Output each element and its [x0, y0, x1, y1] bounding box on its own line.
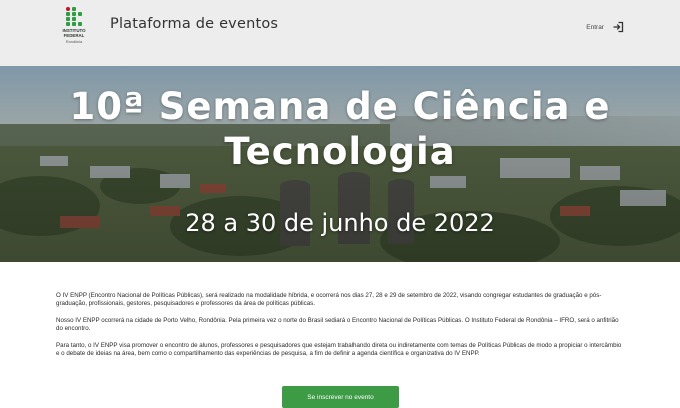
hero-banner: 10ª Semana de Ciência e Tecnologia 28 a …: [0, 66, 680, 262]
site-title: Plataforma de eventos: [110, 16, 279, 32]
register-button[interactable]: Se inscrever no evento: [282, 386, 399, 408]
description-paragraph: Para tanto, o IV ENPP visa promover o en…: [56, 341, 622, 358]
description-paragraph: O IV ENPP (Encontro Nacional de Política…: [56, 292, 602, 308]
description-paragraph: Nosso IV ENPP ocorrerá na cidade de Port…: [56, 316, 619, 333]
logo-subtext: Rondônia: [65, 40, 83, 44]
logo-text: INSTITUTO FEDERAL: [62, 28, 86, 38]
event-dates: 28 a 30 de junho de 2022: [185, 209, 495, 237]
hero-title: 10ª Semana de Ciência e Tecnologia: [69, 85, 611, 173]
ifro-logo[interactable]: INSTITUTO FEDERAL Rondônia: [58, 7, 90, 45]
top-navbar: INSTITUTO FEDERAL Rondônia Plataforma de…: [0, 0, 680, 66]
event-description: O IV ENPP (Encontro Nacional de Política…: [56, 292, 626, 366]
sign-in-icon: [613, 21, 624, 33]
login-label: Entrar: [586, 23, 604, 31]
logo-mark-icon: [66, 7, 82, 27]
login-button[interactable]: Entrar: [586, 21, 624, 33]
